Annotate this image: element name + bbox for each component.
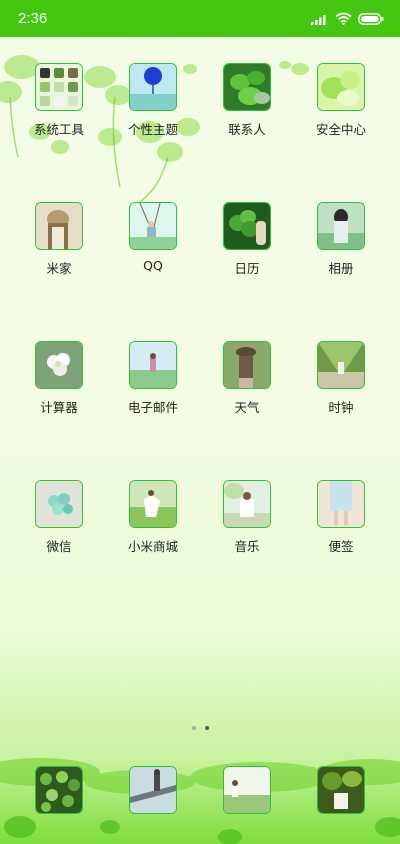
battery-icon	[358, 12, 384, 25]
dock	[0, 766, 400, 814]
app-contacts[interactable]: 联系人	[200, 63, 294, 138]
app-label: 天气	[234, 400, 260, 415]
messages-icon	[129, 766, 177, 814]
app-label: 小米商城	[127, 539, 178, 554]
app-label: 时钟	[328, 400, 354, 415]
app-notes[interactable]: 便签	[294, 480, 388, 555]
wifi-icon	[335, 12, 352, 25]
themes-icon	[129, 63, 177, 111]
status-bar: 2:36	[0, 0, 400, 37]
app-system-tools[interactable]: 系统工具	[12, 63, 106, 138]
camera-icon	[317, 766, 365, 814]
system-tools-folder-icon	[35, 63, 83, 111]
app-grid: 系统工具 个性主题 联系人 安全中心 米家 QQ 日历 相册 计算器 电子邮件 …	[0, 63, 400, 555]
calculator-icon	[35, 341, 83, 389]
app-label: 个性主题	[127, 122, 178, 137]
clock-icon	[317, 341, 365, 389]
app-label: 微信	[46, 539, 72, 554]
app-label: 联系人	[228, 122, 266, 137]
contacts-icon	[223, 63, 271, 111]
phone-icon	[35, 766, 83, 814]
app-label: 电子邮件	[127, 400, 178, 415]
status-icons	[311, 12, 384, 25]
app-label: 计算器	[40, 400, 78, 415]
app-label: 日历	[234, 261, 260, 276]
app-label: QQ	[143, 258, 163, 273]
app-security-center[interactable]: 安全中心	[294, 63, 388, 138]
weather-icon	[223, 341, 271, 389]
dock-app-phone[interactable]	[12, 766, 106, 814]
dock-app-messages[interactable]	[106, 766, 200, 814]
app-qq[interactable]: QQ	[106, 202, 200, 277]
app-mijia[interactable]: 米家	[12, 202, 106, 277]
wechat-icon	[35, 480, 83, 528]
email-icon	[129, 341, 177, 389]
gallery-icon	[317, 202, 365, 250]
app-music[interactable]: 音乐	[200, 480, 294, 555]
app-label: 相册	[328, 261, 354, 276]
mijia-icon	[35, 202, 83, 250]
app-calendar[interactable]: 日历	[200, 202, 294, 277]
notes-icon	[317, 480, 365, 528]
mi-store-icon	[129, 480, 177, 528]
browser-icon	[223, 766, 271, 814]
status-time: 2:36	[18, 10, 48, 27]
app-label: 安全中心	[315, 122, 366, 137]
calendar-icon	[223, 202, 271, 250]
app-calculator[interactable]: 计算器	[12, 341, 106, 416]
app-themes[interactable]: 个性主题	[106, 63, 200, 138]
dock-app-camera[interactable]	[294, 766, 388, 814]
app-label: 音乐	[234, 539, 260, 554]
signal-icon	[311, 14, 326, 25]
app-label: 系统工具	[33, 122, 84, 137]
page-dot-2[interactable]	[204, 726, 209, 730]
app-label: 便签	[328, 539, 354, 554]
app-clock[interactable]: 时钟	[294, 341, 388, 416]
app-gallery[interactable]: 相册	[294, 202, 388, 277]
dock-app-browser[interactable]	[200, 766, 294, 814]
page-indicator	[0, 726, 400, 730]
security-center-icon	[317, 63, 365, 111]
app-wechat[interactable]: 微信	[12, 480, 106, 555]
qq-icon	[129, 202, 177, 250]
app-email[interactable]: 电子邮件	[106, 341, 200, 416]
app-weather[interactable]: 天气	[200, 341, 294, 416]
app-label: 米家	[46, 261, 72, 276]
page-dot-1[interactable]	[191, 726, 196, 730]
app-mi-store[interactable]: 小米商城	[106, 480, 200, 555]
music-icon	[223, 480, 271, 528]
